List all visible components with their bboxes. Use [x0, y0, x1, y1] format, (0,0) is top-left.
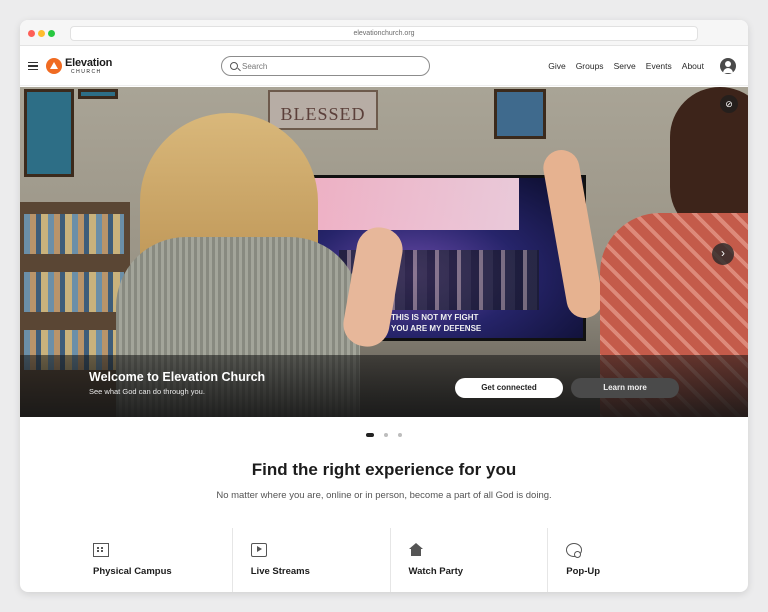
- experience-cards: Physical Campus Live Streams Watch Party…: [75, 528, 705, 592]
- address-bar[interactable]: elevationchurch.org: [70, 26, 698, 41]
- search-box[interactable]: [221, 56, 430, 76]
- card-live-streams[interactable]: Live Streams: [231, 528, 390, 592]
- elevation-logo-icon[interactable]: [46, 58, 62, 74]
- nav-link-events[interactable]: Events: [646, 61, 672, 71]
- blessed-sign: BLESSED: [268, 90, 378, 130]
- search-input[interactable]: [242, 59, 422, 73]
- wall-frame: [494, 89, 546, 139]
- profile-icon[interactable]: [720, 58, 736, 74]
- tv-caption: THIS IS NOT MY FIGHT YOU ARE MY DEFENSE: [391, 313, 482, 333]
- logo-text[interactable]: Elevation: [65, 57, 112, 69]
- card-pop-up[interactable]: Pop-Up: [547, 528, 705, 592]
- wall-frame: [24, 89, 74, 177]
- hero-title: Welcome to Elevation Church: [89, 370, 266, 384]
- logo-subtext: CHURCH: [71, 69, 102, 75]
- home-icon: [408, 543, 425, 557]
- mute-icon[interactable]: ⊘: [720, 95, 738, 113]
- card-label: Physical Campus: [93, 566, 172, 577]
- card-label: Pop-Up: [566, 566, 601, 577]
- minimize-window-button[interactable]: [38, 30, 45, 37]
- building-icon: [93, 543, 109, 557]
- play-icon: [250, 543, 267, 557]
- card-watch-party[interactable]: Watch Party: [389, 528, 548, 592]
- wall-frame: [78, 89, 118, 99]
- carousel-dot[interactable]: [398, 432, 403, 437]
- globe-search-icon: [566, 543, 583, 558]
- section-title: Find the right experience for you: [251, 460, 517, 479]
- learn-more-button[interactable]: Learn more: [571, 378, 679, 398]
- card-label: Live Streams: [250, 566, 310, 577]
- get-connected-button[interactable]: Get connected: [455, 378, 563, 398]
- nav-link-give[interactable]: Give: [548, 61, 565, 71]
- card-label: Watch Party: [408, 566, 464, 577]
- carousel-indicators: [20, 426, 748, 444]
- nav-link-about[interactable]: About: [682, 61, 704, 71]
- site-header: Elevation CHURCH Give Groups Serve Event…: [20, 46, 748, 86]
- menu-icon[interactable]: [28, 62, 38, 70]
- close-window-button[interactable]: [28, 30, 35, 37]
- carousel-dot[interactable]: [365, 432, 374, 437]
- section-subtitle: No matter where you are, online or in pe…: [216, 490, 552, 501]
- card-physical-campus[interactable]: Physical Campus: [75, 528, 232, 592]
- primary-nav: Give Groups Serve Events About: [538, 61, 704, 71]
- nav-link-serve[interactable]: Serve: [614, 61, 636, 71]
- hero-subtitle: See what God can do through you.: [89, 387, 205, 396]
- nav-link-groups[interactable]: Groups: [576, 61, 604, 71]
- maximize-window-button[interactable]: [48, 30, 55, 37]
- browser-window: elevationchurch.org Elevation CHURCH Giv…: [20, 20, 748, 592]
- browser-titlebar: elevationchurch.org: [20, 20, 748, 46]
- carousel-dot[interactable]: [384, 432, 388, 437]
- search-icon: [230, 62, 238, 70]
- hero-carousel: BLESSED THIS IS NOT MY FIGHT YOU ARE MY …: [20, 87, 748, 417]
- next-slide-icon[interactable]: ›: [712, 243, 734, 265]
